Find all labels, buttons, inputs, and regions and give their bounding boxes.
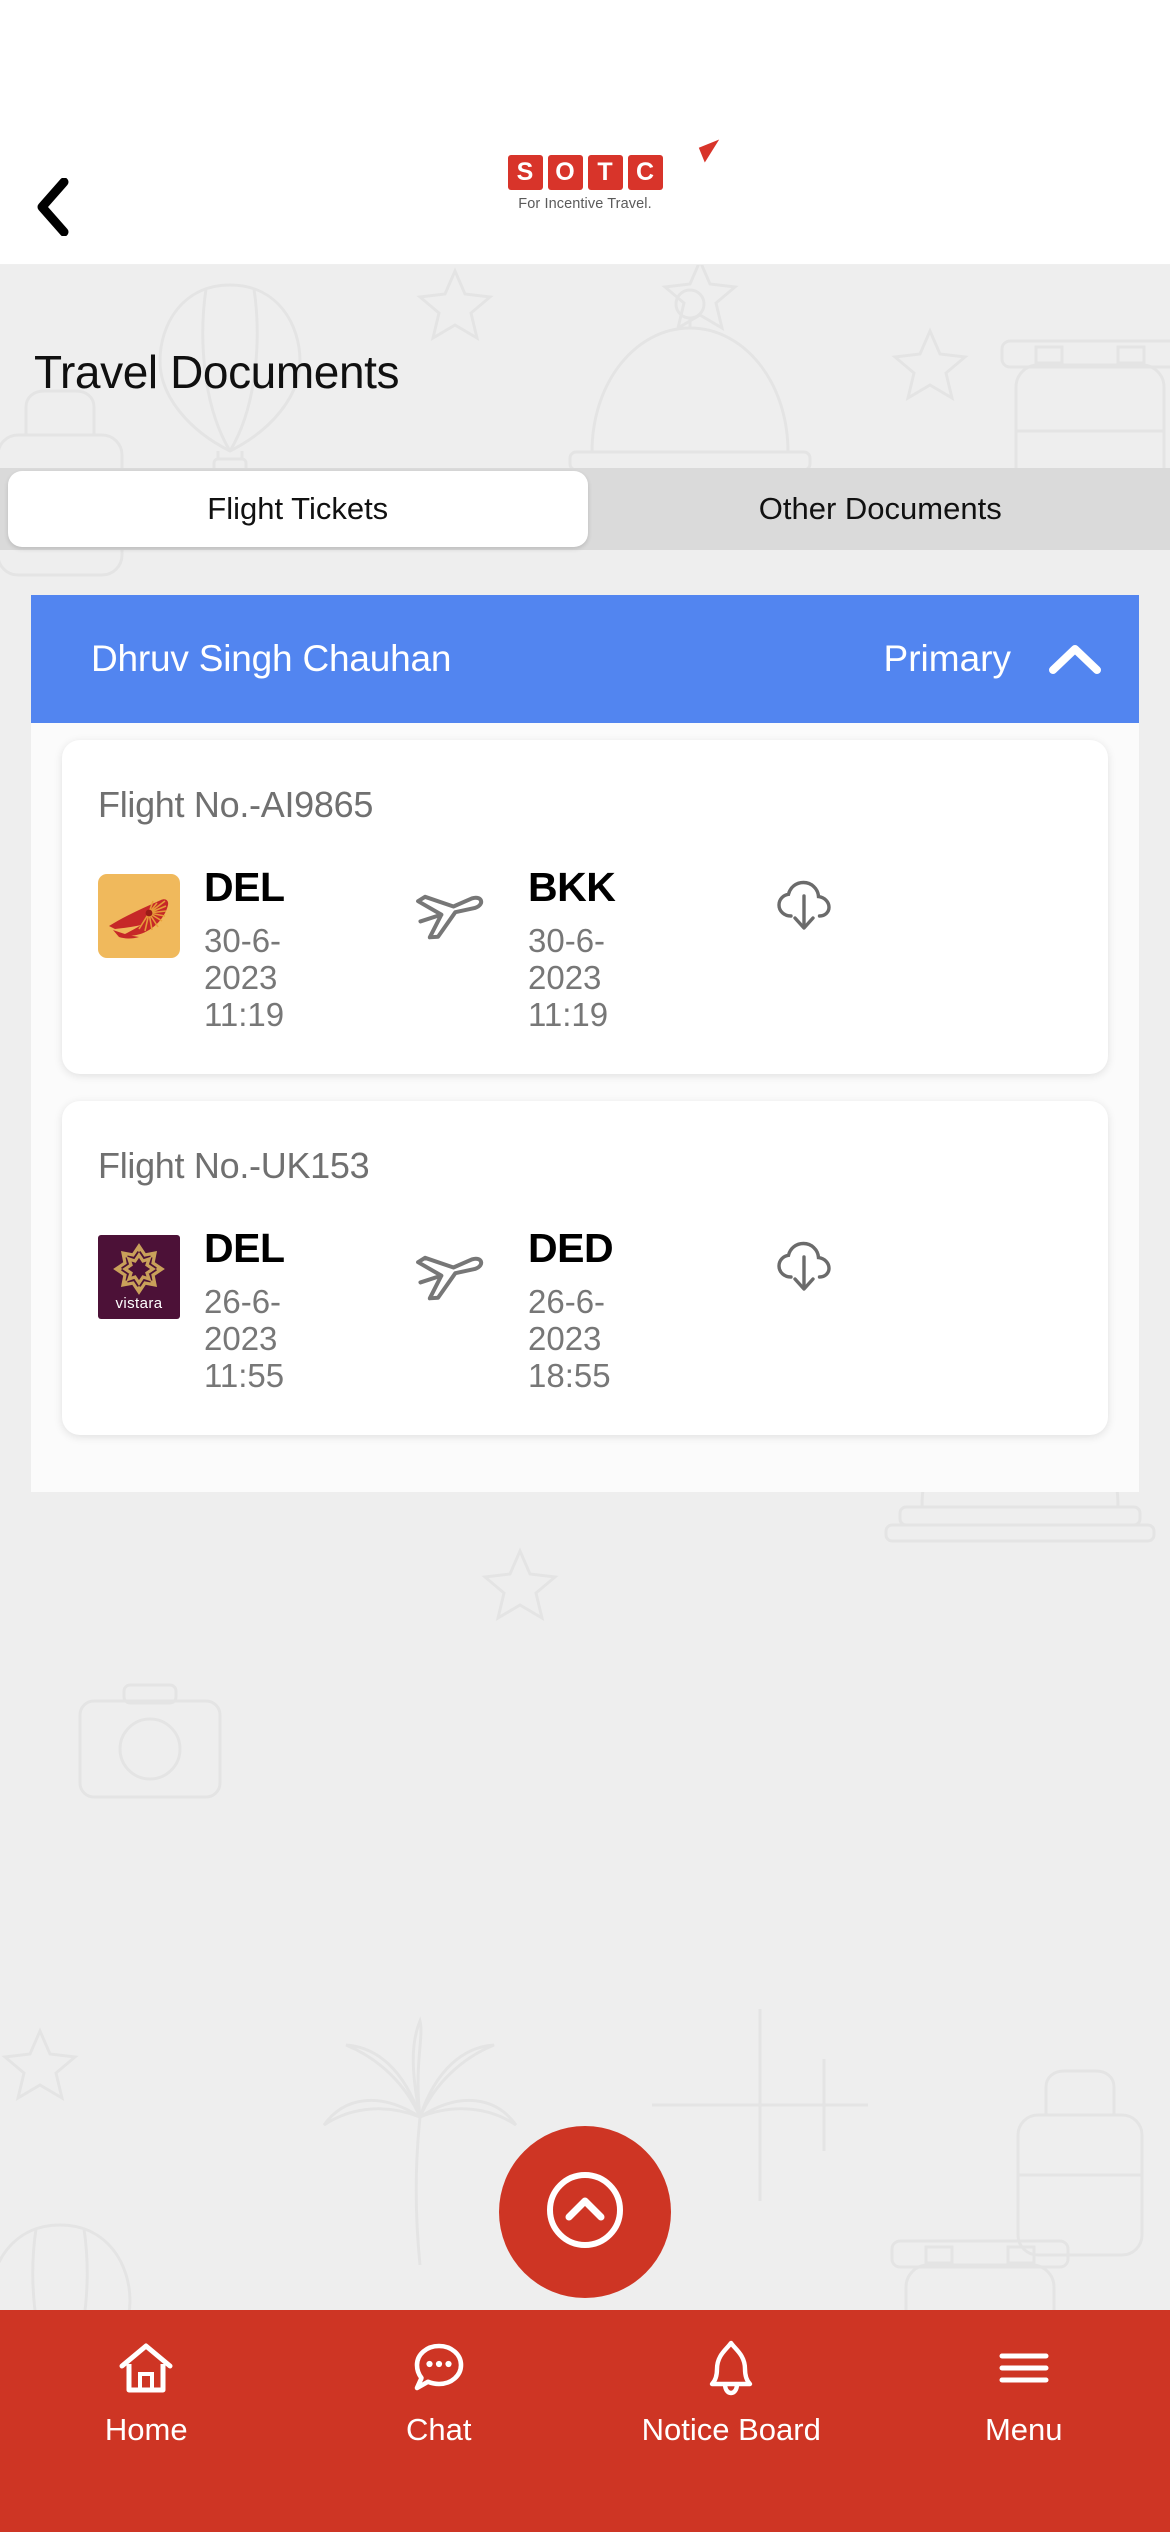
nav-item-menu[interactable]: Menu bbox=[878, 2340, 1170, 2448]
departure-leg: DEL 30-6-2023 11:19 bbox=[204, 864, 394, 1034]
chevron-up-circle-icon bbox=[537, 2162, 633, 2263]
bell-icon bbox=[705, 2340, 757, 2396]
passenger-accordion-header[interactable]: Dhruv Singh Chauhan Primary bbox=[31, 595, 1139, 723]
logo-swoosh-icon bbox=[698, 139, 726, 163]
airplane-icon bbox=[394, 1227, 504, 1301]
arrival-leg: BKK 30-6-2023 11:19 bbox=[528, 864, 718, 1034]
chevron-left-icon bbox=[36, 178, 70, 236]
arrival-date: 30-6-2023 bbox=[528, 922, 606, 996]
hamburger-menu-icon bbox=[997, 2340, 1051, 2396]
departure-time: 11:55 bbox=[204, 1356, 285, 1394]
arrival-leg: DED 26-6-2023 18:55 bbox=[528, 1224, 718, 1395]
app-header: S O T C For Incentive Travel. bbox=[0, 0, 1170, 265]
vistara-wordmark: vistara bbox=[116, 1295, 163, 1312]
departure-leg: DEL 26-6-2023 11:55 bbox=[204, 1224, 394, 1395]
logo-letter-c: C bbox=[627, 155, 663, 190]
flight-card[interactable]: Flight No.-UK153 vistara DEL 26-6-2023 1… bbox=[62, 1100, 1108, 1435]
download-ticket-button[interactable] bbox=[774, 866, 834, 939]
arrival-time: 11:19 bbox=[528, 995, 609, 1033]
departure-date: 26-6-2023 bbox=[204, 1282, 282, 1357]
nav-label-chat: Chat bbox=[406, 2412, 472, 2447]
back-button[interactable] bbox=[18, 172, 88, 242]
nav-label-menu: Menu bbox=[984, 2412, 1063, 2447]
passenger-name: Dhruv Singh Chauhan bbox=[91, 638, 452, 679]
logo-letter-o: O bbox=[547, 155, 583, 190]
logo-letter-s: S bbox=[507, 155, 543, 190]
arrival-datetime: 30-6-2023 11:19 bbox=[528, 922, 653, 1034]
nav-label-home: Home bbox=[104, 2412, 188, 2447]
nav-label-notice-board: Notice Board bbox=[641, 2412, 821, 2447]
departure-airport-code: DEL bbox=[204, 864, 285, 910]
departure-datetime: 26-6-2023 11:55 bbox=[204, 1282, 329, 1395]
flight-card-list: Flight No.-AI9865 DEL 30-6-2023 11:19 BK… bbox=[31, 723, 1139, 1435]
chat-bubble-icon bbox=[411, 2340, 467, 2396]
cloud-download-icon bbox=[774, 1241, 834, 1299]
app-root: S O T C For Incentive Travel. Travel Doc… bbox=[0, 0, 1170, 2532]
arrival-airport-code: DED bbox=[528, 1224, 614, 1271]
sotc-logo: S O T C For Incentive Travel. bbox=[455, 139, 726, 212]
nav-item-home[interactable]: Home bbox=[0, 2340, 293, 2448]
download-ticket-button[interactable] bbox=[774, 1227, 834, 1300]
nav-item-chat[interactable]: Chat bbox=[293, 2340, 586, 2448]
arrival-date: 26-6-2023 bbox=[528, 1282, 606, 1357]
page-title: Travel Documents bbox=[34, 346, 400, 398]
airline-logo-vistara: vistara bbox=[98, 1234, 180, 1319]
logo-letter-t: T bbox=[587, 155, 623, 190]
document-type-tabs: Flight Tickets Other Documents bbox=[0, 468, 1170, 550]
brand-tagline: For Incentive Travel. bbox=[518, 196, 652, 212]
departure-date: 30-6-2023 bbox=[204, 922, 282, 996]
flight-number: Flight No.-AI9865 bbox=[98, 784, 374, 825]
departure-datetime: 30-6-2023 11:19 bbox=[204, 922, 329, 1034]
chevron-up-icon[interactable] bbox=[1049, 643, 1101, 675]
nav-item-notice-board[interactable]: Notice Board bbox=[585, 2340, 878, 2448]
departure-time: 11:19 bbox=[204, 995, 285, 1033]
arrival-airport-code: BKK bbox=[528, 864, 616, 910]
cloud-download-icon bbox=[774, 880, 834, 938]
tab-other-documents[interactable]: Other Documents bbox=[591, 468, 1170, 550]
documents-panel: Dhruv Singh Chauhan Primary Flight No.-A… bbox=[31, 595, 1139, 1492]
arrival-time: 18:55 bbox=[528, 1356, 611, 1394]
tab-flight-tickets[interactable]: Flight Tickets bbox=[8, 471, 588, 547]
airplane-icon bbox=[394, 866, 504, 940]
home-icon bbox=[118, 2340, 174, 2396]
flight-card[interactable]: Flight No.-AI9865 DEL 30-6-2023 11:19 BK… bbox=[62, 740, 1108, 1074]
passenger-role-badge: Primary bbox=[883, 638, 1011, 679]
arrival-datetime: 26-6-2023 18:55 bbox=[528, 1282, 653, 1395]
flight-number: Flight No.-UK153 bbox=[98, 1144, 370, 1186]
scroll-up-fab[interactable] bbox=[499, 2126, 671, 2298]
airline-logo-air-india bbox=[98, 874, 180, 958]
departure-airport-code: DEL bbox=[204, 1224, 285, 1271]
bottom-navigation-bar: Home Chat Notice Board Menu bbox=[0, 2310, 1170, 2532]
